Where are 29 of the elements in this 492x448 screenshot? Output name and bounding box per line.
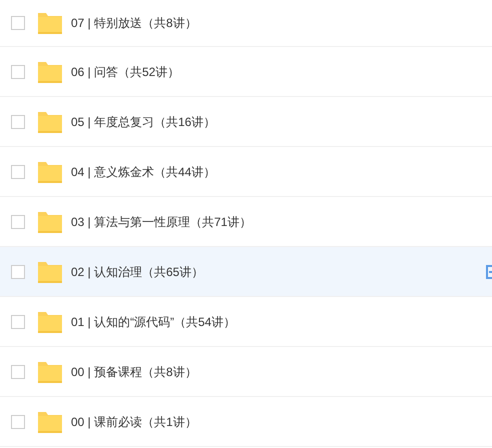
folder-row[interactable]: 02 | 认知治理（共65讲） — [0, 247, 492, 297]
checkbox[interactable] — [11, 314, 25, 328]
checkbox[interactable] — [11, 214, 25, 228]
folder-name[interactable]: 01 | 认知的“源代码”（共54讲） — [71, 312, 236, 330]
folder-name[interactable]: 07 | 特别放送（共8讲） — [71, 14, 197, 32]
folder-icon — [38, 110, 62, 132]
folder-name[interactable]: 00 | 课前必读（共1讲） — [71, 412, 197, 430]
checkbox[interactable] — [11, 64, 25, 78]
folder-icon — [38, 360, 62, 382]
checkbox[interactable] — [11, 364, 25, 378]
checkbox[interactable] — [11, 114, 25, 128]
checkbox[interactable] — [11, 264, 25, 278]
folder-icon — [38, 410, 62, 432]
folder-icon — [38, 160, 62, 182]
folder-icon — [38, 12, 62, 34]
folder-icon — [38, 210, 62, 232]
folder-name[interactable]: 04 | 意义炼金术（共44讲） — [71, 162, 216, 180]
folder-name[interactable]: 00 | 预备课程（共8讲） — [71, 362, 197, 380]
folder-icon — [38, 260, 62, 282]
folder-name[interactable]: 06 | 问答（共52讲） — [71, 62, 180, 80]
checkbox[interactable] — [11, 414, 25, 428]
folder-name[interactable]: 02 | 认知治理（共65讲） — [71, 262, 204, 280]
folder-name[interactable]: 05 | 年度总复习（共16讲） — [71, 112, 216, 130]
checkbox[interactable] — [11, 164, 25, 178]
action-icon[interactable] — [486, 265, 492, 279]
folder-icon — [38, 60, 62, 82]
folder-name[interactable]: 03 | 算法与第一性原理（共71讲） — [71, 212, 252, 230]
folder-icon — [38, 310, 62, 332]
checkbox[interactable] — [11, 16, 25, 30]
